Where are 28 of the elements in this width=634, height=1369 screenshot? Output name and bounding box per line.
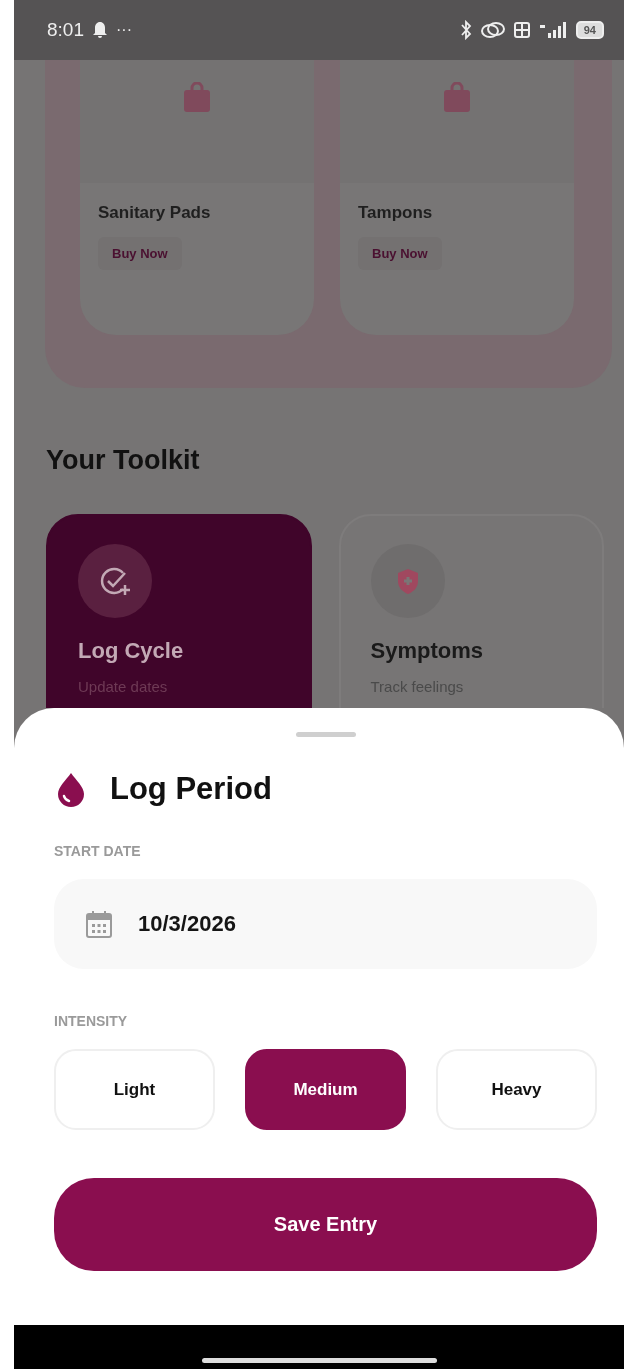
grid-icon	[513, 22, 530, 38]
notification-icon	[92, 21, 108, 39]
calendar-icon	[86, 910, 112, 938]
card-title: Symptoms	[370, 638, 484, 664]
product-card[interactable]: Sanitary Pads Buy Now	[80, 60, 314, 335]
field-label: START DATE	[54, 843, 141, 859]
home-indicator[interactable]	[201, 1358, 437, 1363]
signal-icon	[537, 21, 568, 39]
sheet-title: Log Period	[110, 771, 272, 807]
section-heading: Your Toolkit	[46, 445, 201, 477]
intensity-option[interactable]: Heavy	[436, 1049, 597, 1130]
intensity-option[interactable]: Medium	[245, 1049, 406, 1130]
date-field[interactable]: 10/3/2026	[54, 879, 597, 969]
shopping-bag-icon	[443, 82, 471, 112]
drag-handle[interactable]	[295, 732, 356, 737]
shopping-bag-icon	[183, 82, 211, 112]
link-icon	[479, 21, 506, 39]
more-notifications: ···	[116, 21, 132, 39]
product-name: Tampons	[358, 203, 433, 223]
intensity-option[interactable]: Light	[54, 1049, 215, 1130]
bluetooth-icon	[459, 20, 472, 40]
product-card[interactable]: Tampons Buy Now	[340, 60, 574, 335]
field-label: INTENSITY	[54, 1013, 128, 1029]
card-title: Log Cycle	[78, 638, 185, 664]
battery-indicator: 94	[575, 21, 604, 39]
clock: 8:01	[47, 19, 84, 41]
save-entry-button[interactable]: Save Entry	[54, 1178, 597, 1271]
product-name: Sanitary Pads	[98, 203, 211, 223]
